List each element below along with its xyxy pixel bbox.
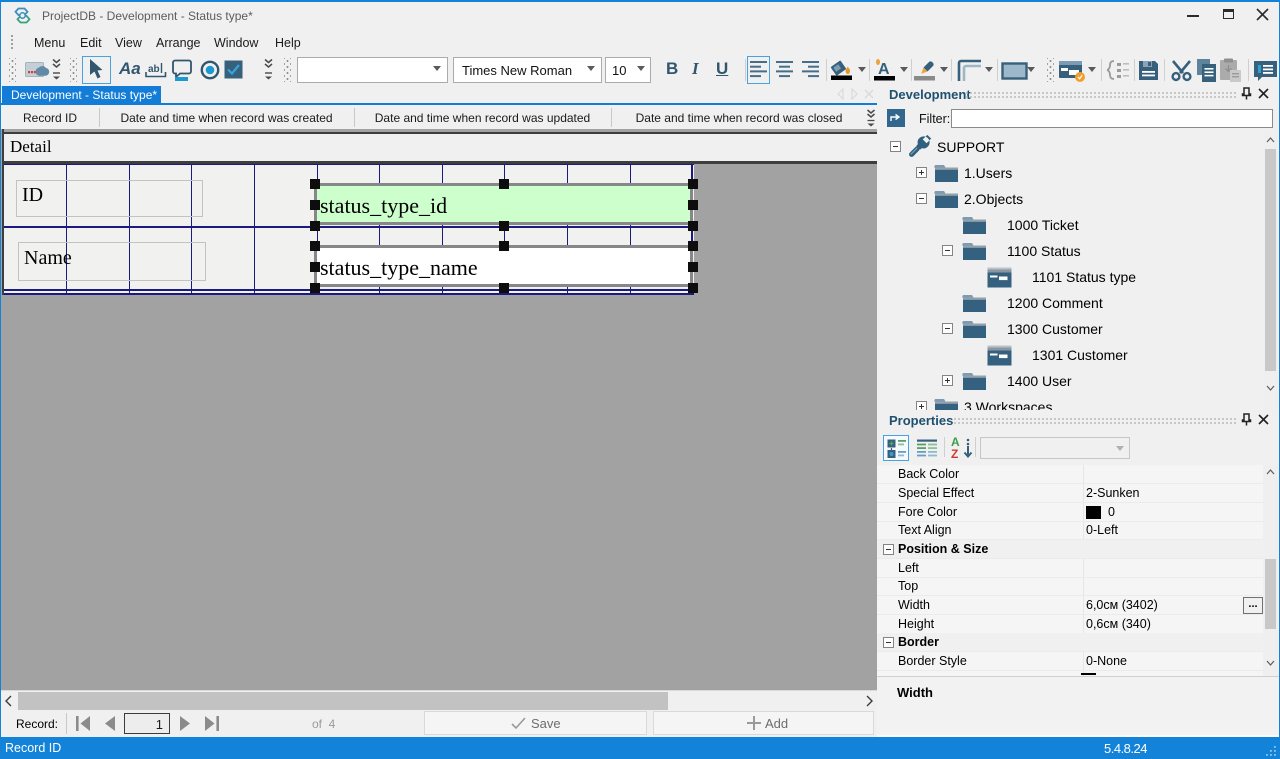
svg-text:ab: ab	[148, 64, 160, 75]
svg-text:A: A	[878, 61, 890, 78]
